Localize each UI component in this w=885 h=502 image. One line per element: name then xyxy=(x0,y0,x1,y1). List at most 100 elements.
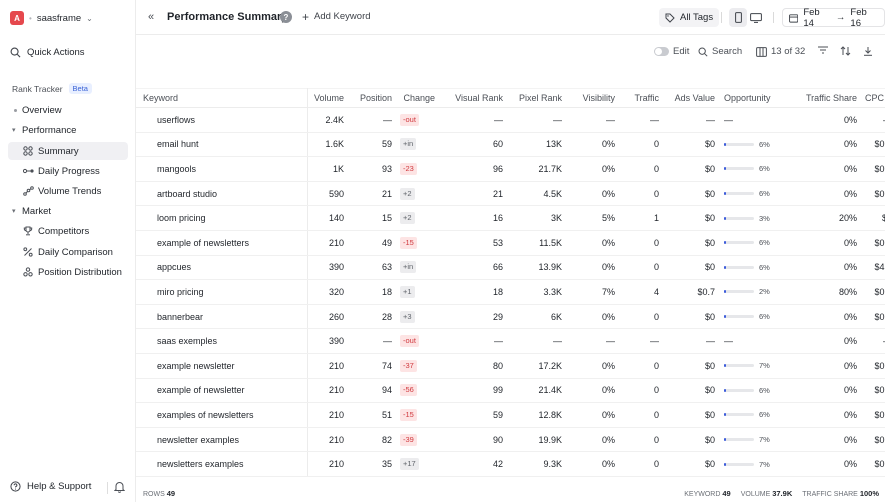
table-row[interactable]: mangools1K93-239621.7K0%0$06%0%$0.1 xyxy=(136,156,885,182)
cell-change: -23 xyxy=(396,156,439,182)
opportunity-bar xyxy=(724,241,754,245)
sidebar-item-summary[interactable]: Summary xyxy=(8,142,128,160)
sidebar-item-label: Market xyxy=(22,205,52,217)
cell-opportunity: 7% xyxy=(719,427,781,453)
opportunity-meter: 7% xyxy=(724,435,777,444)
footer-totals: KEYWORD 49 VOLUME 37.9K TRAFFIC SHARE 10… xyxy=(684,489,879,498)
col-volume[interactable]: Volume xyxy=(307,88,348,108)
help-support-button[interactable]: Help & Support xyxy=(10,481,91,492)
cell-visual-rank: 96 xyxy=(439,156,507,182)
columns-button[interactable]: 13 of 32 xyxy=(756,46,805,57)
change-badge: -out xyxy=(400,113,419,126)
edit-label: Edit xyxy=(673,46,690,57)
table-row[interactable]: artboard studio59021+2214.5K0%0$06%0%$0.… xyxy=(136,181,885,207)
download-button[interactable] xyxy=(863,46,873,56)
table-row[interactable]: miro pricing32018+1183.3K7%4$0.72%80%$0.… xyxy=(136,279,885,305)
table-row[interactable]: email hunt1.6K59+in6013K0%0$06%0%$0.4 xyxy=(136,132,885,158)
mobile-view-toggle[interactable] xyxy=(729,8,747,27)
add-keyword-button[interactable]: + Add Keyword xyxy=(302,11,371,23)
rows-count: ROWS 49 xyxy=(143,489,175,498)
notifications-button[interactable] xyxy=(113,481,126,495)
quick-actions-button[interactable]: Quick Actions xyxy=(10,45,85,59)
opportunity-percent: 6% xyxy=(759,164,770,174)
cell-visual-rank: 16 xyxy=(439,205,507,231)
search-button[interactable]: Search xyxy=(698,46,742,57)
col-change[interactable]: Change xyxy=(396,88,439,108)
opportunity-bar xyxy=(724,265,754,269)
table-row[interactable]: userflows2.4K—-out——————0%— xyxy=(136,107,885,133)
change-badge: -15 xyxy=(400,236,417,249)
help-circle-icon[interactable]: ? xyxy=(280,11,292,23)
cell-cpc: $0.4 xyxy=(861,132,885,158)
opportunity-meter: 6% xyxy=(724,140,777,149)
cell-traffic: 0 xyxy=(619,304,663,330)
cell-opportunity: — xyxy=(719,107,781,133)
cell-cpc: $0.7 xyxy=(861,402,885,428)
table-row[interactable]: example of newsletter 210 94 -56 99 21.4K 0% 0 $… xyxy=(136,378,885,404)
beta-badge: Beta xyxy=(68,83,92,94)
workspace-switcher[interactable]: A • saasframe ⌄ xyxy=(10,10,93,26)
cell-change: +in xyxy=(396,255,439,281)
sidebar-item-daily-comparison[interactable]: Daily Comparison xyxy=(8,243,128,261)
table-row[interactable]: example of newsletters 210 49 -15 53 11.5K 0% 0… xyxy=(136,230,885,256)
col-opportunity[interactable]: Opportunity xyxy=(719,88,781,108)
col-position[interactable]: Position xyxy=(348,88,396,108)
sidebar-group-market[interactable]: ▾ Market xyxy=(8,202,128,220)
collapse-sidebar-icon[interactable]: « xyxy=(148,11,154,23)
table-row[interactable]: example newsletter 210 74 -37 80 17.2K 0% 0 $0 7%… xyxy=(136,353,885,379)
col-visibility[interactable]: Visibility xyxy=(566,88,619,108)
col-ads-value[interactable]: Ads Value xyxy=(663,88,719,108)
cell-cpc: $4.3 xyxy=(861,255,885,281)
cell-keyword: loom pricing xyxy=(136,205,308,231)
filter-button[interactable] xyxy=(818,46,828,54)
date-range-picker[interactable]: Feb 14 → Feb 16 xyxy=(782,7,885,29)
cell-volume: 320 xyxy=(307,279,348,305)
opportunity-bar xyxy=(724,438,754,442)
sidebar-item-daily-progress[interactable]: Daily Progress xyxy=(8,162,128,180)
cell-visual-rank: 53 xyxy=(439,230,507,256)
cell-traffic-share: 0% xyxy=(781,378,861,404)
sidebar-item-overview[interactable]: Overview xyxy=(8,101,128,119)
cell-ads-value: $0 xyxy=(663,205,719,231)
table-row[interactable]: appcues39063+in6613.9K0%0$06%0%$4.3 xyxy=(136,255,885,281)
cell-position: 74 xyxy=(348,353,396,379)
sort-button[interactable] xyxy=(840,46,851,56)
cell-visibility: 0% xyxy=(566,181,619,207)
col-traffic[interactable]: Traffic xyxy=(619,88,663,108)
edit-toggle[interactable]: Edit xyxy=(654,46,689,57)
progress-icon xyxy=(22,165,34,177)
sidebar-item-label: Volume Trends xyxy=(38,185,102,197)
opportunity-fill xyxy=(724,265,726,269)
distribution-icon xyxy=(22,266,34,278)
all-tags-filter[interactable]: All Tags xyxy=(659,8,720,27)
cell-visibility: 7% xyxy=(566,279,619,305)
table-row[interactable]: bannerbear26028+3296K0%0$06%0%$0.2 xyxy=(136,304,885,330)
divider xyxy=(107,482,108,494)
sidebar-item-competitors[interactable]: Competitors xyxy=(8,222,128,240)
table-row[interactable]: saas exemples390—-out——————0%— xyxy=(136,328,885,354)
col-keyword[interactable]: Keyword xyxy=(136,88,308,108)
cell-traffic: — xyxy=(619,107,663,133)
cell-visual-rank: — xyxy=(439,107,507,133)
col-visual-rank[interactable]: Visual Rank xyxy=(439,88,507,108)
cell-volume: 210 xyxy=(307,451,348,477)
divider xyxy=(721,12,722,23)
opportunity-fill xyxy=(724,241,726,245)
col-traffic-share[interactable]: Traffic Share xyxy=(781,88,861,108)
cell-visibility: 0% xyxy=(566,230,619,256)
table-row[interactable]: examples of newsletters 210 51 -15 59 12.8K 0%… xyxy=(136,402,885,428)
sidebar-group-performance[interactable]: ▾ Performance xyxy=(8,121,128,139)
toggle-switch[interactable] xyxy=(654,47,669,56)
col-cpc[interactable]: CPC xyxy=(861,88,885,108)
sidebar-item-volume-trends[interactable]: Volume Trends xyxy=(8,182,128,200)
change-badge: +in xyxy=(400,138,417,151)
table-row[interactable]: loom pricing14015+2163K5%1$03%20%$0 xyxy=(136,205,885,231)
opportunity-meter: 6% xyxy=(724,263,777,272)
cell-visibility: 0% xyxy=(566,132,619,158)
table-row[interactable]: newsletters examples 210 35 +17 42 9.3K 0% 0 $0 7… xyxy=(136,451,885,477)
col-pixel-rank[interactable]: Pixel Rank xyxy=(507,88,566,108)
desktop-view-toggle[interactable] xyxy=(747,8,765,27)
sidebar-item-position-distribution[interactable]: Position Distribution xyxy=(8,263,128,281)
mobile-icon xyxy=(734,12,742,23)
table-row[interactable]: newsletter examples 210 82 -39 90 19.9K 0% 0 $0 7… xyxy=(136,427,885,453)
